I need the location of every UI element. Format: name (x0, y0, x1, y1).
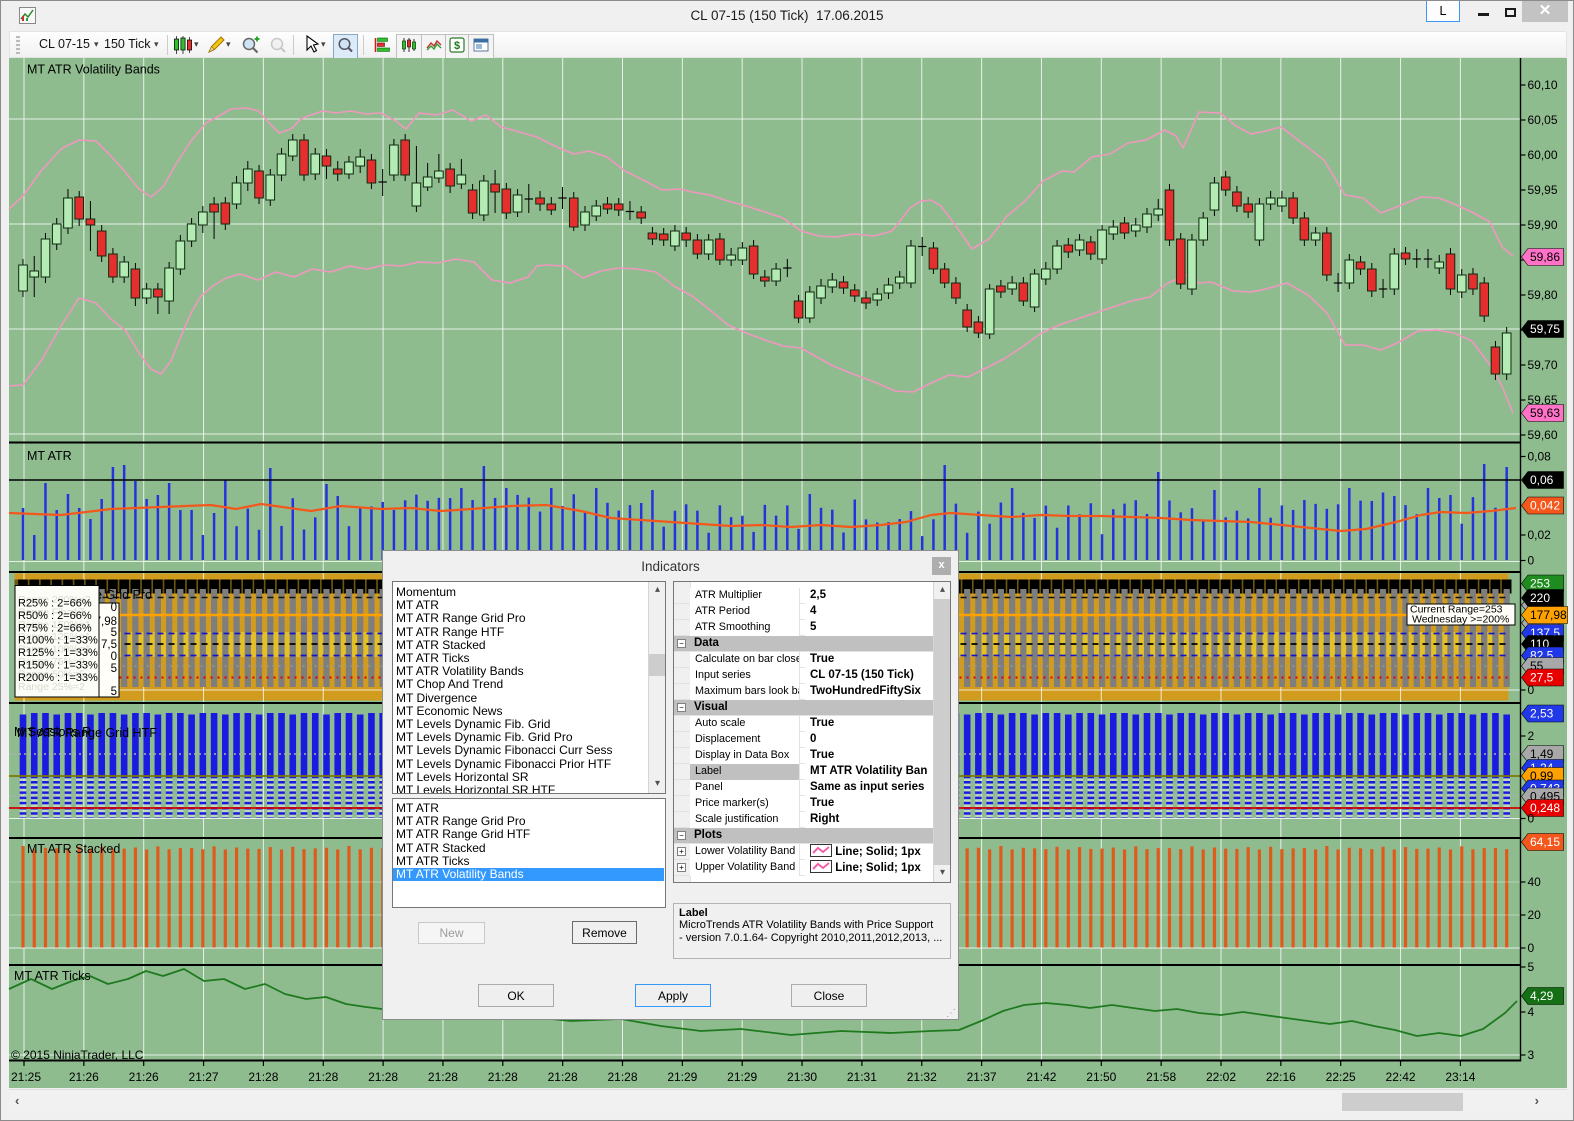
svg-text:0: 0 (1528, 554, 1535, 568)
svg-text:5: 5 (111, 663, 117, 675)
svg-text:59,80: 59,80 (1528, 288, 1558, 302)
svg-text:1,49: 1,49 (1530, 747, 1554, 761)
svg-text:0,248: 0,248 (1530, 801, 1560, 815)
svg-text:MT ATR: MT ATR (27, 449, 72, 463)
svg-text:21:26: 21:26 (129, 1070, 159, 1084)
svg-text:0,06: 0,06 (1530, 473, 1554, 487)
svg-text:R150% : 1=33%: R150% : 1=33% (18, 660, 98, 672)
svg-text:21:28: 21:28 (548, 1070, 578, 1084)
svg-text:22:16: 22:16 (1266, 1070, 1296, 1084)
svg-text:MT ATR Stacked: MT ATR Stacked (27, 842, 120, 856)
svg-text:2,53: 2,53 (1530, 707, 1554, 721)
svg-text:21:28: 21:28 (248, 1070, 278, 1084)
svg-text:0: 0 (1528, 812, 1535, 826)
svg-text:21:31: 21:31 (847, 1070, 877, 1084)
svg-text:59,86: 59,86 (1530, 250, 1560, 264)
svg-text:21:50: 21:50 (1086, 1070, 1116, 1084)
svg-text:20: 20 (1528, 908, 1542, 922)
svg-text:7,5: 7,5 (101, 639, 117, 651)
svg-text:0: 0 (1528, 941, 1535, 955)
svg-text:MT ATR Range Grid HTF: MT ATR Range Grid HTF (17, 726, 157, 740)
svg-text:5: 5 (1528, 960, 1535, 974)
svg-text:21:28: 21:28 (428, 1070, 458, 1084)
svg-text:0: 0 (1528, 683, 1535, 697)
svg-text:21:28: 21:28 (368, 1070, 398, 1084)
svg-text:59,75: 59,75 (1530, 322, 1560, 336)
svg-text:23:14: 23:14 (1445, 1070, 1475, 1084)
svg-text:21:26: 21:26 (69, 1070, 99, 1084)
svg-text:177,98: 177,98 (1530, 608, 1567, 622)
svg-text:21:58: 21:58 (1146, 1070, 1176, 1084)
svg-text:253: 253 (1530, 577, 1550, 591)
svg-text:21:28: 21:28 (488, 1070, 518, 1084)
svg-text:R100% : 1=33%: R100% : 1=33% (18, 635, 98, 647)
svg-text:59,70: 59,70 (1528, 358, 1558, 372)
svg-text:60,00: 60,00 (1528, 148, 1558, 162)
svg-text:21:28: 21:28 (308, 1070, 338, 1084)
svg-text:21:32: 21:32 (907, 1070, 937, 1084)
svg-text:3: 3 (1528, 1048, 1535, 1062)
svg-text:60,10: 60,10 (1528, 78, 1558, 92)
svg-text:0: 0 (111, 602, 117, 614)
svg-text:0,042: 0,042 (1530, 499, 1560, 513)
svg-text:22:42: 22:42 (1386, 1070, 1416, 1084)
svg-text:5: 5 (111, 686, 117, 698)
svg-text:2: 2 (1528, 729, 1535, 743)
svg-text:22:25: 22:25 (1326, 1070, 1356, 1084)
svg-text:59,60: 59,60 (1528, 428, 1558, 442)
svg-text:60,05: 60,05 (1528, 113, 1558, 127)
svg-text:64,15: 64,15 (1530, 835, 1560, 849)
svg-text:R75% : 2=66%: R75% : 2=66% (18, 622, 92, 634)
svg-text:21:25: 21:25 (11, 1070, 41, 1084)
svg-text:59,63: 59,63 (1530, 406, 1560, 420)
svg-text:MT ATR Ticks: MT ATR Ticks (14, 969, 91, 983)
svg-text:R200% : 1=33%: R200% : 1=33% (18, 672, 98, 684)
svg-text:4,29: 4,29 (1530, 989, 1554, 1003)
svg-text:59,90: 59,90 (1528, 218, 1558, 232)
svg-text:4: 4 (1528, 1005, 1535, 1019)
svg-text:R125% : 1=33%: R125% : 1=33% (18, 647, 98, 659)
svg-text:21:29: 21:29 (727, 1070, 757, 1084)
svg-text:21:30: 21:30 (787, 1070, 817, 1084)
svg-text:21:42: 21:42 (1026, 1070, 1056, 1084)
svg-text:0,08: 0,08 (1528, 450, 1552, 464)
svg-text:5: 5 (111, 627, 117, 639)
svg-text:59,95: 59,95 (1528, 183, 1558, 197)
svg-text:22:02: 22:02 (1206, 1070, 1236, 1084)
svg-text:R25% : 2=66%: R25% : 2=66% (18, 598, 92, 610)
svg-text:0,02: 0,02 (1528, 528, 1552, 542)
svg-text:40: 40 (1528, 875, 1542, 889)
svg-text:21:27: 21:27 (189, 1070, 219, 1084)
svg-text:220: 220 (1530, 591, 1550, 605)
svg-text:R50% : 2=66%: R50% : 2=66% (18, 610, 92, 622)
svg-text:MT ATR Volatility Bands: MT ATR Volatility Bands (27, 63, 160, 77)
svg-text:Wednesday >=200%: Wednesday >=200% (1412, 614, 1509, 626)
svg-text:0: 0 (111, 651, 117, 663)
svg-text:21:29: 21:29 (667, 1070, 697, 1084)
svg-text:21:28: 21:28 (607, 1070, 637, 1084)
svg-text:21:37: 21:37 (967, 1070, 997, 1084)
